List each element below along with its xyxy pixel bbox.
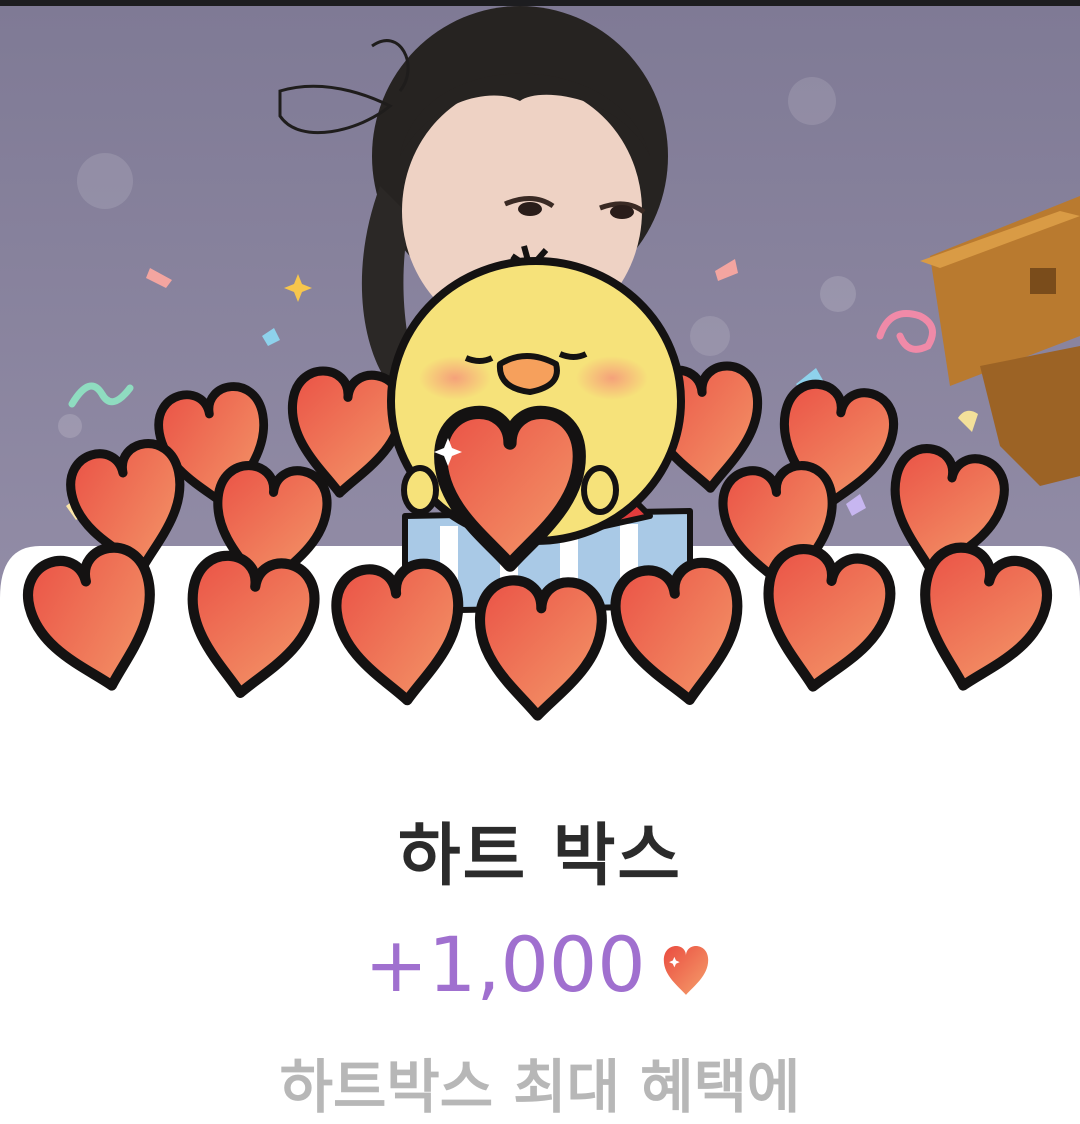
item-description: 하트박스 최대 혜택에 xyxy=(279,1053,801,1121)
reward-illustration xyxy=(0,6,1080,726)
reward-amount: +1,000 xyxy=(364,920,646,1009)
heart-icon xyxy=(663,945,708,995)
reward-row: +1,000 xyxy=(0,920,1080,1009)
item-title: 하트 박스 xyxy=(398,817,682,896)
